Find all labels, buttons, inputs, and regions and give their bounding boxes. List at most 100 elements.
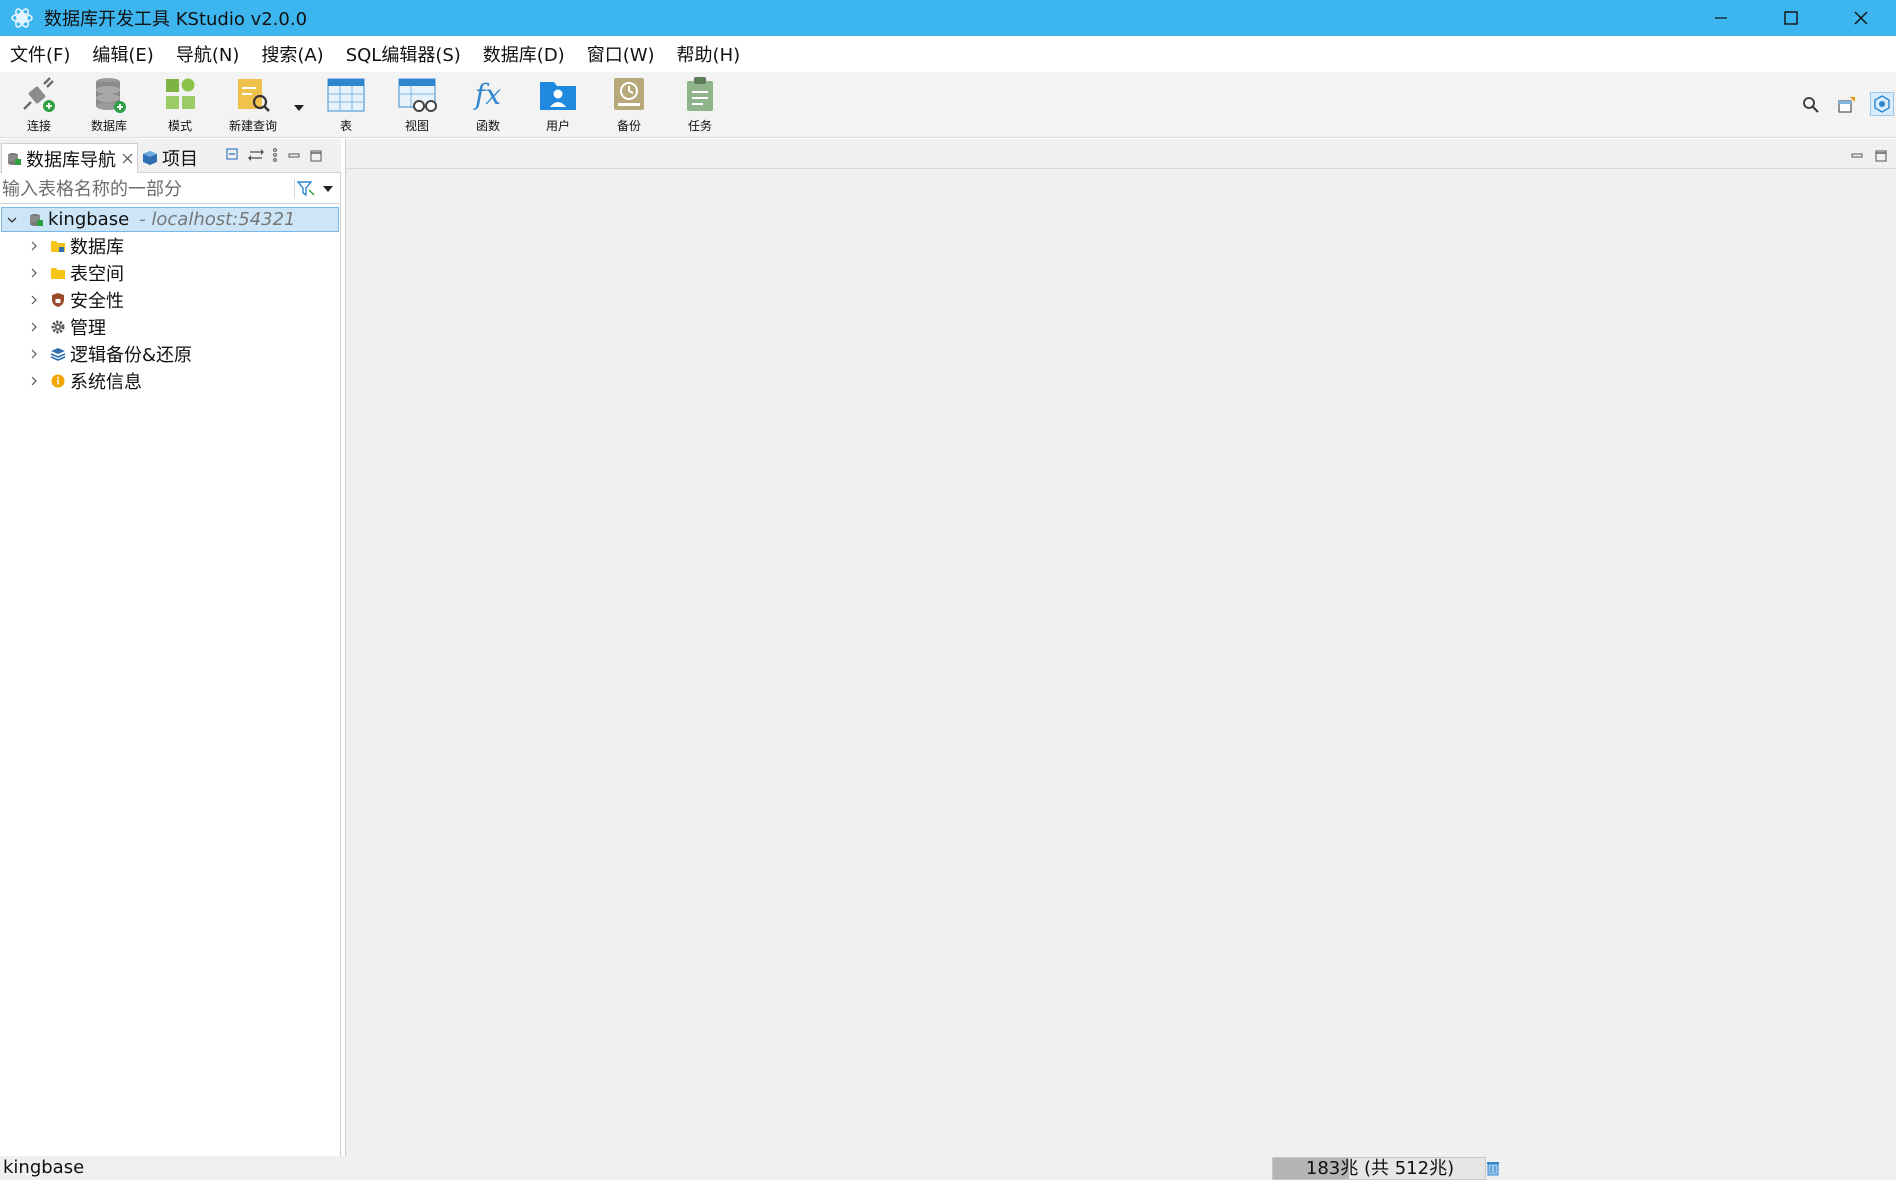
collapse-all-button[interactable] [226,147,240,166]
table-icon [327,78,365,112]
task-label: 任务 [687,119,712,133]
svg-text:fx: fx [473,78,501,111]
chevron-down-icon[interactable] [4,212,20,228]
open-perspective-button[interactable] [1838,96,1856,118]
tree-node-databases[interactable]: 数据库 [0,233,340,259]
view-glasses-icon [398,78,437,112]
function-label: 函数 [475,119,500,133]
menu-sql-editor[interactable]: SQL编辑器(S) [346,41,461,67]
title-bar: 数据库开发工具 KStudio v2.0.0 [0,0,1896,36]
run-garbage-collector-button[interactable] [1486,1160,1500,1180]
filter-funnel-icon [297,181,315,197]
schema-button[interactable]: 模式 [149,76,211,136]
menu-navigate[interactable]: 导航(N) [176,41,240,67]
info-icon [50,373,66,389]
schema-grid-icon [166,78,195,109]
minimize-icon [1851,153,1863,158]
view-button[interactable]: 视图 [386,76,448,136]
new-query-icon [238,79,270,112]
user-button[interactable]: 用户 [527,76,589,136]
tab-database-navigator[interactable]: 数据库导航 [1,143,138,173]
heap-status-indicator: 183兆 (共 512兆) [1272,1157,1486,1180]
maximize-button[interactable] [1756,0,1826,36]
maximize-view-button[interactable] [310,147,322,166]
chevron-down-icon [323,186,333,192]
tree-node-system-info[interactable]: 系统信息 [0,368,340,394]
close-icon [122,153,133,164]
menu-help[interactable]: 帮助(H) [677,41,741,67]
tree-node-label: 管理 [70,318,106,339]
new-query-label: 新建查询 [228,119,277,133]
tree-node-logical-backup-restore[interactable]: 逻辑备份&还原 [0,341,340,367]
new-query-dropdown-button[interactable] [292,98,306,117]
tree-node-label: 表空间 [70,264,124,285]
close-window-button[interactable] [1826,0,1896,36]
project-cube-icon [142,150,158,166]
chevron-right-icon[interactable] [26,346,42,362]
link-with-editor-button[interactable] [248,147,264,166]
backup-clock-icon [614,78,644,110]
kstudio-logo-icon [8,4,36,32]
search-icon [1803,97,1819,113]
tab-projects[interactable]: 项目 [142,143,198,173]
view-menu-button[interactable] [272,147,278,166]
database-perspective-icon [1874,95,1890,113]
task-clipboard-icon [687,77,713,111]
tab-database-navigator-label: 数据库导航 [26,149,116,171]
connect-button[interactable]: 连接 [8,76,70,136]
plug-connect-icon [23,77,55,112]
menu-bar: 文件(F) 编辑(E) 导航(N) 搜索(A) SQL编辑器(S) 数据库(D)… [0,36,1896,72]
search-button[interactable] [1802,96,1820,118]
window-title: 数据库开发工具 KStudio v2.0.0 [44,9,308,30]
backup-button[interactable]: 备份 [598,76,660,136]
backup-label: 备份 [616,119,641,133]
database-label: 数据库 [90,119,127,133]
table-button[interactable]: 表 [315,76,377,136]
database-add-icon [96,78,126,113]
close-icon [1854,11,1868,25]
main-toolbar: 连接 数据库 模式 新建查询 表 视图 fx 函数 用户 备份 任务 [0,72,1896,138]
menu-edit[interactable]: 编辑(E) [92,41,153,67]
database-navigator-icon [6,151,22,167]
new-query-button[interactable]: 新建查询 [222,76,284,136]
minimize-button[interactable] [1686,0,1756,36]
table-name-filter-input[interactable] [2,176,288,202]
database-button[interactable]: 数据库 [78,76,140,136]
tree-node-admin[interactable]: 管理 [0,314,340,340]
database-folder-icon [50,238,66,254]
connection-host: - localhost:54321 [139,209,296,230]
maximize-icon [1784,11,1798,25]
editor-tab-strip [346,139,1896,169]
tree-node-tablespaces[interactable]: 表空间 [0,260,340,286]
filter-options-button[interactable] [294,179,336,199]
tab-projects-label: 项目 [162,149,198,170]
chevron-right-icon[interactable] [26,319,42,335]
menu-file[interactable]: 文件(F) [10,41,70,67]
minimize-view-button[interactable] [288,147,300,166]
link-arrows-icon [248,149,264,161]
chevron-right-icon[interactable] [26,373,42,389]
menu-search[interactable]: 搜索(A) [261,41,323,67]
tree-node-label: 安全性 [70,291,124,312]
menu-window[interactable]: 窗口(W) [587,41,655,67]
close-tab-button[interactable] [122,153,133,164]
dropdown-arrow-icon [294,105,304,111]
tree-node-kingbase-connection[interactable]: kingbase - localhost:54321 [1,207,339,232]
chevron-right-icon[interactable] [26,265,42,281]
user-folder-icon [540,82,576,110]
function-button[interactable]: fx 函数 [457,76,519,136]
editor-maximize-button[interactable] [1875,147,1887,166]
maximize-icon [310,150,322,162]
tree-node-security[interactable]: 安全性 [0,287,340,313]
table-label: 表 [339,119,352,133]
menu-database[interactable]: 数据库(D) [483,41,565,67]
task-button[interactable]: 任务 [669,76,731,136]
status-bar: kingbase 183兆 (共 512兆) [0,1156,1896,1180]
folder-icon [50,265,66,281]
editor-minimize-button[interactable] [1851,147,1863,166]
trash-icon [1487,1162,1499,1176]
chevron-right-icon[interactable] [26,292,42,308]
tree-node-label: 逻辑备份&还原 [70,345,193,366]
chevron-right-icon[interactable] [26,238,42,254]
database-perspective-button[interactable] [1870,92,1894,116]
